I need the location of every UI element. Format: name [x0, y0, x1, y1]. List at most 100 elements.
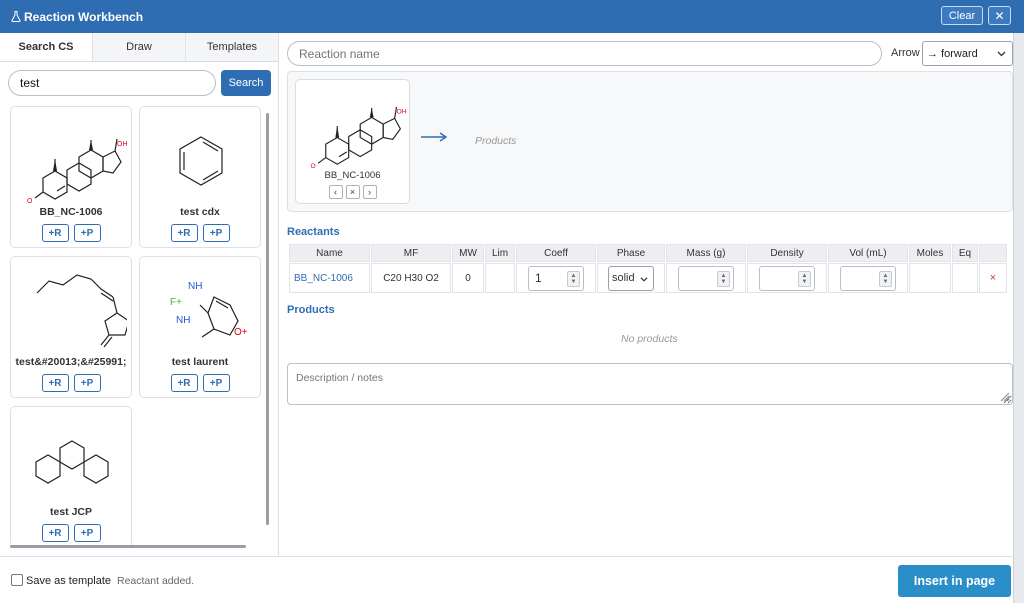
results-scrollbar-horizontal[interactable] [10, 545, 246, 548]
reactant-name-link[interactable]: BB_NC-1006 [289, 263, 370, 293]
reactants-table: Name MF MW Lim Coeff Phase Mass (g) Dens… [288, 243, 1008, 294]
result-actions: +R +P [11, 224, 131, 242]
reaction-name-input[interactable] [287, 41, 882, 66]
products-heading: Products [287, 304, 335, 316]
reactant-moles [909, 263, 951, 293]
column-header: MW [452, 244, 484, 262]
arrow-select[interactable]: → forward [922, 41, 1013, 66]
density-cell: ▲ ▼ [747, 263, 827, 293]
svg-text:O: O [27, 198, 33, 205]
move-right-button[interactable]: › [362, 185, 377, 199]
result-card[interactable]: NH F+ NH O+ test laurent +R +P [139, 256, 261, 398]
result-actions: +R +P [11, 374, 131, 392]
table-row: BB_NC-1006 C20 H30 O2 0 1 ▲ ▼ solid ▲ ▼ … [289, 263, 1007, 293]
remove-cell: × [979, 263, 1007, 293]
atom-label: O+ [234, 327, 248, 338]
reactant-card-name: BB_NC-1006 [324, 170, 381, 181]
resize-grip-icon[interactable] [999, 391, 1010, 402]
remove-row-icon[interactable]: × [990, 272, 996, 284]
reaction-arrow-icon [421, 132, 448, 142]
add-reactant-button[interactable]: +R [41, 524, 69, 542]
tab-draw[interactable]: Draw [93, 33, 186, 61]
reactant-scheme-card[interactable]: O OH BB_NC-1006 ‹ × › [295, 79, 410, 204]
heterocycle-molecule: NH F+ NH O+ [170, 281, 248, 338]
steroid-molecule: O OH [27, 138, 127, 205]
add-reactant-button[interactable]: +R [41, 224, 69, 242]
result-card[interactable]: test&#20013;&#25991; +R +P [10, 256, 132, 398]
stepper-icon[interactable]: ▲ ▼ [567, 270, 580, 287]
add-product-button[interactable]: +P [73, 374, 101, 392]
result-card[interactable]: test JCP +R +P [10, 406, 132, 546]
result-name: test&#20013;&#25991; [15, 356, 127, 368]
save-template-label[interactable]: Save as template [26, 575, 111, 587]
column-header: Lim [485, 244, 515, 262]
phase-cell: solid [597, 263, 665, 293]
arrow-select-value: → forward [927, 47, 978, 60]
window-title: Reaction Workbench [24, 9, 144, 24]
chevron-down-icon [640, 274, 648, 286]
close-button[interactable]: ✕ [988, 6, 1011, 25]
reactant-lim[interactable] [485, 263, 515, 293]
stepper-icon[interactable]: ▲ ▼ [798, 270, 811, 287]
reactant-card-nav: ‹ × › [296, 185, 409, 199]
mass-input[interactable]: ▲ ▼ [678, 265, 734, 291]
add-product-button[interactable]: +P [73, 224, 101, 242]
results-scrollbar-vertical[interactable] [266, 113, 269, 525]
svg-text:O: O [310, 163, 315, 170]
remove-reactant-button[interactable]: × [345, 185, 360, 199]
atom-label: NH [176, 315, 190, 326]
description-textarea[interactable] [287, 363, 1013, 405]
coeff-input[interactable]: 1 ▲ ▼ [528, 265, 584, 291]
result-name: test cdx [180, 206, 220, 218]
result-card[interactable]: O OH BB_NC-1006 +R +P [10, 106, 132, 248]
insert-in-page-button[interactable]: Insert in page [898, 565, 1011, 597]
column-header [979, 244, 1007, 262]
reactants-heading: Reactants [287, 226, 340, 238]
search-button[interactable]: Search [221, 70, 271, 96]
search-input[interactable] [8, 70, 216, 96]
result-name: test JCP [49, 506, 92, 518]
column-header: Moles [909, 244, 951, 262]
tab-templates[interactable]: Templates [186, 33, 278, 61]
volume-cell: ▲ ▼ [828, 263, 908, 293]
no-products-text: No products [621, 333, 678, 345]
move-left-button[interactable]: ‹ [328, 185, 343, 199]
column-header: MF [371, 244, 451, 262]
reactant-mf: C20 H30 O2 [371, 263, 451, 293]
column-header: Vol (mL) [828, 244, 908, 262]
flask-icon [11, 11, 21, 22]
add-reactant-button[interactable]: +R [170, 374, 198, 392]
reactant-name[interactable]: BB_NC-1006 [294, 273, 353, 284]
svg-text:OH: OH [117, 141, 127, 148]
status-text: Reactant added. [117, 575, 195, 587]
density-input[interactable]: ▲ ▼ [759, 265, 815, 291]
add-product-button[interactable]: +P [202, 374, 230, 392]
background-strip [1013, 33, 1024, 603]
atom-label: F+ [170, 297, 182, 308]
add-reactant-button[interactable]: +R [41, 374, 69, 392]
reactant-eq [952, 263, 978, 293]
stepper-icon[interactable]: ▲ ▼ [717, 270, 730, 287]
add-product-button[interactable]: +P [73, 524, 101, 542]
stepper-icon[interactable]: ▲ ▼ [879, 270, 892, 287]
result-actions: +R +P [11, 524, 131, 542]
volume-input[interactable]: ▲ ▼ [840, 265, 896, 291]
add-product-button[interactable]: +P [202, 224, 230, 242]
benzene-molecule [179, 136, 223, 186]
tab-search-cs[interactable]: Search CS [0, 33, 93, 61]
coeff-value: 1 [535, 271, 542, 285]
add-reactant-button[interactable]: +R [170, 224, 198, 242]
result-card[interactable]: test cdx +R +P [139, 106, 261, 248]
save-template-checkbox[interactable] [11, 574, 23, 586]
results-list: O OH BB_NC-1006 +R +P test cdx +R +P tes… [10, 106, 262, 546]
clear-button[interactable]: Clear [941, 6, 983, 25]
left-tabs: Search CS Draw Templates [0, 33, 278, 62]
svg-text:OH: OH [397, 109, 407, 116]
products-placeholder: Products [475, 135, 517, 147]
atom-label: NH [188, 281, 202, 292]
result-actions: +R +P [140, 224, 260, 242]
result-name: test laurent [171, 356, 229, 368]
alkene-cyclopentane-molecule [36, 274, 127, 348]
phase-select[interactable]: solid [608, 265, 654, 291]
search-row: Search [8, 70, 272, 96]
